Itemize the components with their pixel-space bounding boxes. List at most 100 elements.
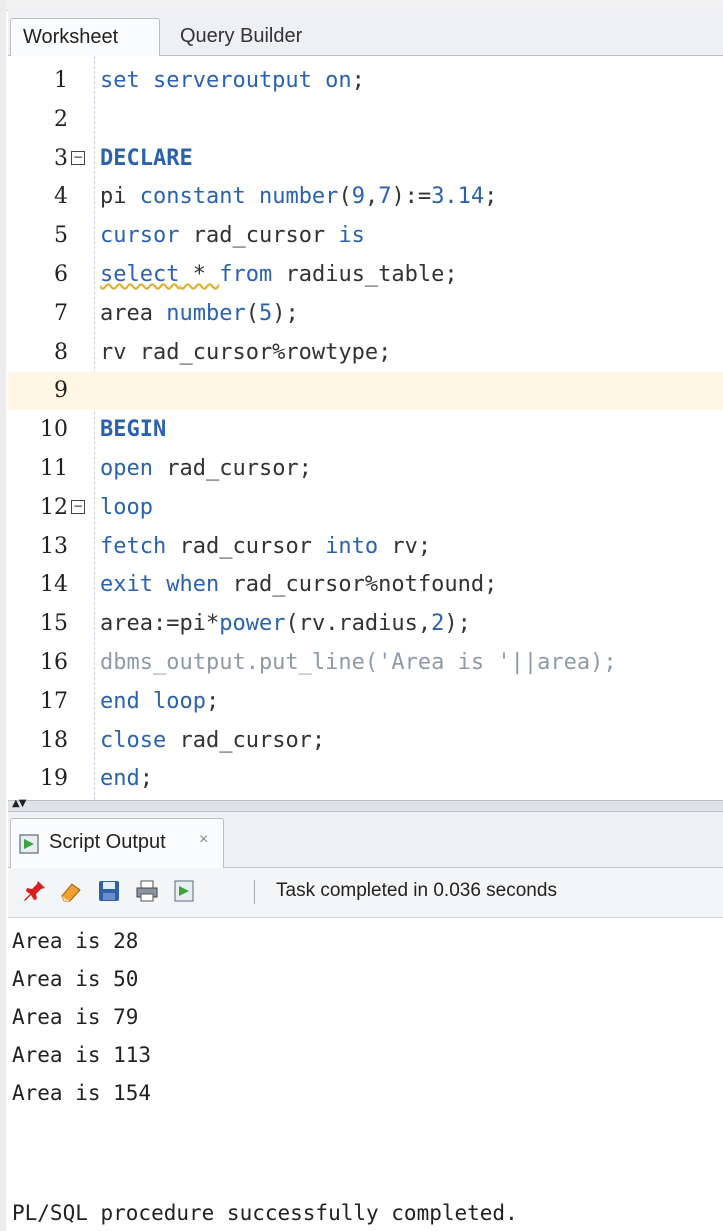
code-line[interactable]: 19 end; [8, 760, 723, 798]
code-token: constant number [139, 184, 339, 210]
code-text: end loop; [100, 683, 219, 721]
code-token: ( [338, 184, 352, 210]
code-line[interactable]: 17 end loop; [8, 683, 723, 721]
code-token: ; [139, 766, 153, 792]
code-token: from [219, 262, 273, 287]
code-text: select * from radius_table; [100, 256, 458, 294]
pin-icon[interactable] [22, 878, 48, 904]
code-token: rad_cursor; [166, 727, 326, 753]
editor-tab-bar: Worksheet Query Builder [8, 10, 723, 57]
code-token: area:=pi* [100, 611, 220, 637]
line-number: 13 [40, 533, 68, 559]
code-line[interactable]: 8 rv rad_cursor%rowtype; [8, 334, 723, 372]
eraser-icon[interactable] [58, 878, 84, 904]
code-line[interactable]: 18 close rad_cursor; [8, 722, 723, 760]
close-icon[interactable]: × [199, 831, 208, 849]
code-token: rad_cursor [179, 223, 339, 249]
code-token: radius_table; [272, 262, 458, 287]
code-token: BEGIN [100, 417, 167, 443]
tab-worksheet[interactable]: Worksheet [10, 18, 160, 57]
code-token: ; [484, 184, 498, 210]
output-line: Area is 154 [12, 1081, 152, 1105]
panel-splitter[interactable]: ▲▼ [8, 799, 723, 812]
output-toolbar: Task completed in 0.036 seconds [8, 868, 723, 918]
code-line[interactable]: 9 [8, 372, 723, 411]
code-token: pi [100, 184, 140, 210]
line-number: 11 [40, 456, 68, 481]
line-number: 9 [54, 378, 68, 404]
tab-query-builder[interactable]: Query Builder [168, 18, 318, 56]
export-icon[interactable] [172, 878, 198, 904]
script-output-area[interactable]: Area is 28 Area is 50 Area is 79 Area is 11… [8, 918, 723, 1231]
line-number: 1 [54, 68, 68, 93]
code-text: exit when rad_cursor%notfound; [100, 566, 497, 604]
code-token: dbms_output.put_line('Area is '||area); [100, 650, 617, 675]
output-line: Area is 113 [12, 1043, 152, 1067]
code-text: set serveroutput on; [100, 62, 365, 100]
code-line[interactable]: 14 exit when rad_cursor%notfound; [8, 566, 723, 604]
task-status: Task completed in 0.036 seconds [276, 880, 557, 901]
code-token: 9 [351, 184, 365, 210]
code-token: end loop [100, 688, 206, 714]
code-token: 7 [378, 184, 392, 210]
code-line[interactable]: 3− DECLARE [8, 140, 723, 178]
code-line[interactable]: 13 fetch rad_cursor into rv; [8, 528, 723, 566]
code-token: area [100, 300, 167, 326]
code-token: cursor [100, 223, 180, 249]
fold-toggle-icon[interactable]: − [71, 150, 85, 165]
line-number: 17 [40, 688, 68, 714]
code-line[interactable]: 7 area number(5); [8, 295, 723, 333]
code-line[interactable]: 16 dbms_output.put_line('Area is '||area)… [8, 644, 723, 682]
code-text: area:=pi*power(rv.radius,2); [100, 605, 471, 643]
code-text: dbms_output.put_line('Area is '||area); [100, 644, 617, 682]
code-text: fetch rad_cursor into rv; [100, 528, 431, 566]
code-text: area number(5); [100, 295, 299, 333]
code-token: number [166, 300, 246, 326]
code-token: rad_cursor [166, 533, 326, 559]
code-line[interactable]: 12− loop [8, 489, 723, 527]
code-token: DECLARE [100, 145, 193, 171]
line-number: 7 [54, 300, 68, 326]
code-token: loop [100, 494, 153, 520]
line-number: 5 [54, 223, 68, 249]
code-text: DECLARE [100, 140, 193, 178]
code-token: 3.14 [431, 184, 485, 210]
code-text: cursor rad_cursor is [100, 217, 365, 255]
save-icon[interactable] [96, 878, 122, 904]
code-token: ; [351, 68, 365, 93]
code-token: ); [272, 300, 299, 326]
print-icon[interactable] [134, 878, 160, 904]
code-token: 5 [258, 300, 273, 326]
code-line[interactable]: 1 set serveroutput on; [8, 62, 723, 100]
splitter-arrows-icon[interactable]: ▲▼ [12, 799, 26, 809]
code-line[interactable]: 5 cursor rad_cursor is [8, 217, 723, 255]
code-token: ); [444, 611, 471, 637]
code-token: * [179, 262, 220, 287]
code-token: exit when [100, 572, 220, 598]
code-token: rad_cursor%notfound; [219, 572, 498, 598]
code-line[interactable]: 2 [8, 101, 723, 139]
code-line[interactable]: 11 open rad_cursor; [8, 450, 723, 488]
code-token: set serveroutput on [100, 68, 352, 93]
code-line[interactable]: 15 area:=pi*power(rv.radius,2); [8, 605, 723, 643]
code-token: rv rad_cursor%rowtype; [100, 339, 392, 365]
code-line[interactable]: 4 pi constant number(9,7):=3.14; [8, 178, 723, 216]
tab-script-output[interactable]: Script Output × [10, 818, 224, 868]
code-token: rad_cursor; [152, 456, 312, 481]
line-number: 19 [40, 766, 68, 792]
output-line: Area is 79 [12, 1005, 139, 1029]
line-number: 10 [40, 417, 68, 443]
line-number: 3 [54, 145, 68, 171]
code-line[interactable]: 10 BEGIN [8, 411, 723, 449]
line-number: 16 [40, 650, 68, 675]
code-token: (rv.radius, [285, 611, 432, 637]
code-editor[interactable]: 1 set serveroutput on; 2 3− DECLARE 4 pi const… [8, 56, 723, 800]
code-token: close [100, 727, 167, 753]
code-token: end [100, 766, 140, 792]
code-text: close rad_cursor; [100, 722, 325, 760]
code-text: open rad_cursor; [100, 450, 312, 488]
code-line[interactable]: 6 select * from radius_table; [8, 256, 723, 294]
code-text: end; [100, 760, 153, 798]
fold-toggle-icon[interactable]: − [71, 499, 85, 514]
line-number: 18 [40, 727, 68, 753]
